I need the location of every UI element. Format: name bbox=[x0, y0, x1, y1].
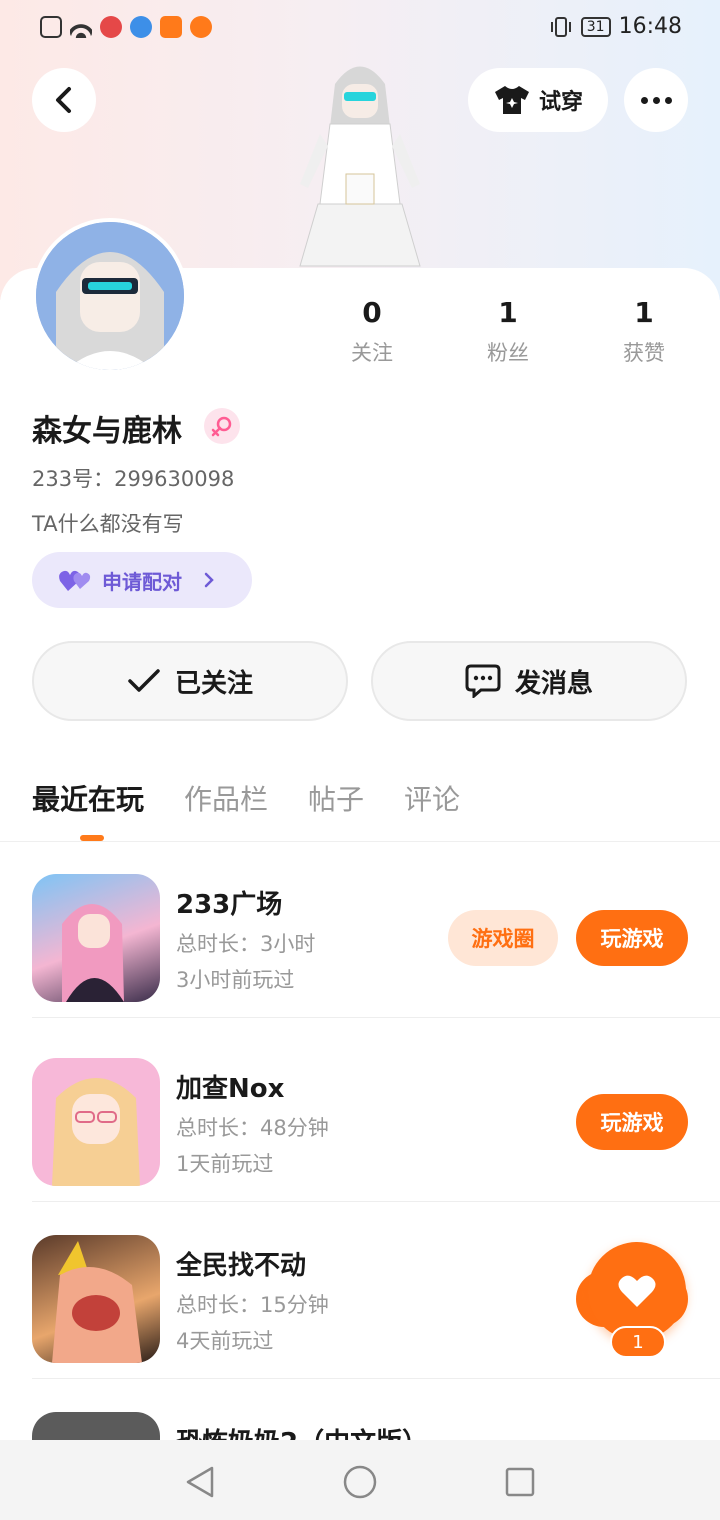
double-heart-icon bbox=[59, 570, 91, 591]
check-icon bbox=[128, 669, 160, 692]
divider bbox=[32, 1017, 720, 1018]
circle-home-icon bbox=[343, 1465, 377, 1499]
more-button[interactable] bbox=[624, 68, 688, 132]
more-dot bbox=[640, 96, 648, 104]
game-last-played: 4天前玩过 bbox=[176, 1329, 274, 1353]
divider bbox=[32, 1201, 720, 1202]
battery-icon: 31 bbox=[580, 16, 611, 37]
chat-bubble-icon bbox=[465, 664, 501, 698]
user-id: 233号：299630098 bbox=[32, 467, 235, 491]
stat-following[interactable]: 0 关注 bbox=[312, 296, 432, 367]
alert-icon bbox=[40, 16, 62, 38]
triangle-back-icon bbox=[186, 1466, 214, 1498]
wifi-icon bbox=[70, 16, 92, 38]
stat-label: 粉丝 bbox=[487, 341, 529, 365]
stat-fans[interactable]: 1 粉丝 bbox=[448, 296, 568, 367]
stat-value: 1 bbox=[498, 296, 518, 329]
stat-likes[interactable]: 1 获赞 bbox=[584, 296, 704, 367]
request-pair-button[interactable]: 申请配对 bbox=[32, 552, 252, 608]
vibrate-icon bbox=[550, 16, 571, 37]
play-game-button[interactable]: 玩游戏 bbox=[576, 910, 688, 966]
divider bbox=[32, 1378, 720, 1379]
status-icons-left bbox=[40, 16, 212, 38]
shirt-icon bbox=[494, 86, 529, 114]
game-last-played: 1天前玩过 bbox=[176, 1152, 274, 1176]
followed-button[interactable]: 已关注 bbox=[32, 641, 348, 721]
send-message-button[interactable]: 发消息 bbox=[371, 641, 687, 721]
female-icon bbox=[204, 408, 240, 444]
game-icon bbox=[32, 1235, 160, 1363]
stat-value: 0 bbox=[362, 296, 382, 329]
nav-recents-button[interactable] bbox=[500, 1462, 540, 1502]
more-dot bbox=[664, 96, 672, 104]
try-on-button[interactable]: 试穿 bbox=[468, 68, 608, 132]
username: 森女与鹿林 bbox=[32, 414, 182, 449]
user-bio: TA什么都没有写 bbox=[32, 512, 184, 536]
game-row[interactable]: 233广场 总时长：3小时 3小时前玩过 游戏圈 玩游戏 bbox=[32, 842, 720, 1018]
tab-works[interactable]: 作品栏 bbox=[184, 778, 268, 818]
heart-icon bbox=[618, 1275, 656, 1307]
tab-recently-played[interactable]: 最近在玩 bbox=[32, 778, 144, 818]
game-duration: 总时长：48分钟 bbox=[176, 1116, 329, 1140]
chevron-right-icon bbox=[204, 572, 214, 588]
chevron-left-icon bbox=[56, 87, 71, 113]
character-figure bbox=[280, 54, 440, 268]
nav-home-button[interactable] bbox=[340, 1462, 380, 1502]
nav-back-button[interactable] bbox=[180, 1462, 220, 1502]
game-last-played: 3小时前玩过 bbox=[176, 968, 295, 992]
game-name: 加查Nox bbox=[176, 1074, 285, 1104]
map-app-icon bbox=[100, 16, 122, 38]
game-duration: 总时长：15分钟 bbox=[176, 1293, 329, 1317]
game-icon bbox=[32, 1058, 160, 1186]
play-game-button[interactable]: 玩游戏 bbox=[576, 1094, 688, 1150]
followed-label: 已关注 bbox=[174, 668, 253, 699]
status-icons-right: 31 16:48 bbox=[549, 14, 682, 39]
game-name: 233广场 bbox=[176, 890, 283, 920]
avatar[interactable] bbox=[32, 218, 188, 374]
status-bar: 31 16:48 bbox=[0, 0, 720, 56]
back-button[interactable] bbox=[32, 68, 96, 132]
request-pair-label: 申请配对 bbox=[102, 569, 182, 594]
game-circle-button[interactable]: 游戏圈 bbox=[448, 910, 558, 966]
stat-label: 关注 bbox=[351, 341, 393, 365]
tab-posts[interactable]: 帖子 bbox=[308, 778, 364, 818]
game-icon bbox=[32, 874, 160, 1002]
game-duration: 总时长：3小时 bbox=[176, 932, 316, 956]
status-time: 16:48 bbox=[618, 14, 682, 39]
video-app-icon bbox=[160, 16, 182, 38]
game-name: 全民找不动 bbox=[176, 1251, 307, 1281]
game-row[interactable]: 加查Nox 总时长：48分钟 1天前玩过 玩游戏 bbox=[32, 1026, 720, 1202]
stat-label: 获赞 bbox=[623, 341, 665, 365]
tab-bar: 最近在玩 作品栏 帖子 评论 bbox=[32, 778, 460, 818]
system-nav-bar bbox=[0, 1440, 720, 1520]
send-message-label: 发消息 bbox=[514, 668, 593, 699]
app-icon bbox=[130, 16, 152, 38]
tab-comments[interactable]: 评论 bbox=[404, 778, 460, 818]
more-dot bbox=[652, 96, 660, 104]
game-app-icon bbox=[190, 16, 212, 38]
try-on-label: 试穿 bbox=[538, 90, 583, 115]
square-recents-icon bbox=[505, 1467, 535, 1497]
like-count-badge: 1 bbox=[610, 1326, 666, 1358]
stat-value: 1 bbox=[634, 296, 654, 329]
